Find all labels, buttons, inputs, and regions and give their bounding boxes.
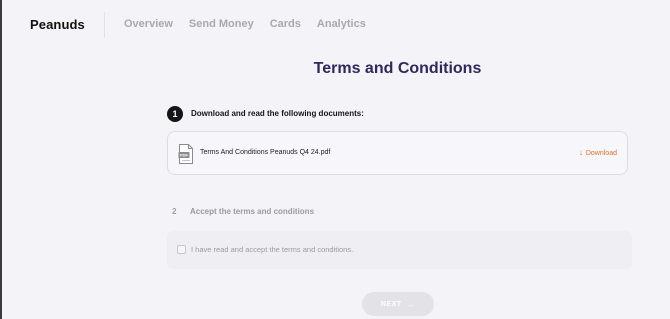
download-link[interactable]: ↓ Download — [579, 149, 617, 157]
accept-terms-box: I have read and accept the terms and con… — [167, 231, 632, 269]
next-button[interactable]: NEXT → — [362, 292, 434, 316]
top-nav: Overview Send Money Cards Analytics — [124, 18, 366, 30]
download-label: Download — [585, 149, 617, 157]
nav-send-money[interactable]: Send Money — [189, 18, 254, 30]
arrow-down-icon: ↓ — [578, 148, 583, 157]
page-title: Terms and Conditions — [313, 60, 482, 77]
step-2-number: 2 — [172, 207, 177, 216]
step-1-badge: 1 — [167, 106, 183, 122]
next-button-label: NEXT — [380, 300, 402, 308]
nav-analytics[interactable]: Analytics — [317, 18, 366, 30]
step-2-label: Accept the terms and conditions — [190, 207, 315, 216]
nav-cards[interactable]: Cards — [270, 18, 301, 30]
document-card: PDF Terms And Conditions Peanuds Q4 24.p… — [167, 131, 628, 175]
step-1-label: Download and read the following document… — [191, 109, 364, 118]
peanuds-logo[interactable]: Peanuds — [30, 17, 85, 32]
svg-text:PDF: PDF — [180, 153, 189, 158]
header-divider — [104, 12, 105, 38]
document-name[interactable]: Terms And Conditions Peanuds Q4 24.pdf — [200, 149, 330, 156]
arrow-right-icon: → — [406, 299, 416, 309]
accept-terms-checkbox[interactable] — [177, 245, 186, 254]
window-edge — [0, 0, 2, 319]
accept-terms-label[interactable]: I have read and accept the terms and con… — [191, 245, 353, 254]
pdf-file-icon: PDF — [178, 144, 194, 164]
nav-overview[interactable]: Overview — [124, 18, 173, 30]
